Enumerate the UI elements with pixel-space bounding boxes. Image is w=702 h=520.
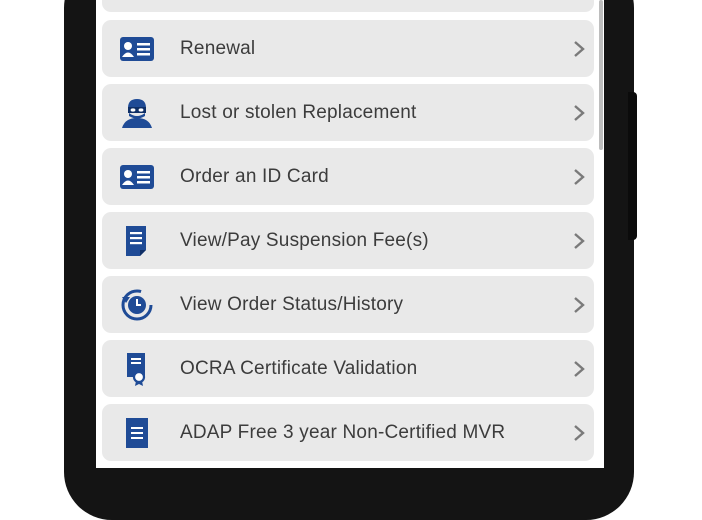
menu-item-adap-mvr[interactable]: ADAP Free 3 year Non-Certified MVR <box>102 404 594 461</box>
menu-item-label: OCRA Certificate Validation <box>180 357 418 379</box>
document-lines-icon <box>110 410 164 456</box>
menu-item-label: Renewal <box>180 37 256 59</box>
menu-item-renewal[interactable]: Renewal <box>102 20 594 77</box>
scrollbar[interactable] <box>599 0 603 150</box>
menu-item-label: Lost or stolen Replacement <box>180 101 417 123</box>
chevron-right-icon <box>574 168 585 185</box>
menu-item-order-id-card[interactable]: Order an ID Card <box>102 148 594 205</box>
id-card-icon <box>110 154 164 200</box>
id-card-icon <box>110 26 164 72</box>
clock-history-icon <box>110 282 164 328</box>
chevron-right-icon <box>574 232 585 249</box>
certificate-icon <box>110 346 164 392</box>
chevron-right-icon <box>574 424 585 441</box>
screen: Renewal Lost or stolen Replacement Order… <box>96 0 604 468</box>
chevron-right-icon <box>574 360 585 377</box>
menu-item-label: View/Pay Suspension Fee(s) <box>180 229 429 251</box>
chevron-right-icon <box>574 40 585 57</box>
list-item-partial[interactable] <box>102 0 594 12</box>
burglar-icon <box>110 90 164 136</box>
menu-item-suspension-fees[interactable]: View/Pay Suspension Fee(s) <box>102 212 594 269</box>
phone-side-button <box>628 92 637 240</box>
chevron-right-icon <box>574 296 585 313</box>
chevron-right-icon <box>574 104 585 121</box>
menu-item-lost-stolen[interactable]: Lost or stolen Replacement <box>102 84 594 141</box>
menu-item-label: Order an ID Card <box>180 165 329 187</box>
menu-item-order-status[interactable]: View Order Status/History <box>102 276 594 333</box>
menu-item-label: ADAP Free 3 year Non-Certified MVR <box>180 421 506 443</box>
menu-item-ocra-validation[interactable]: OCRA Certificate Validation <box>102 340 594 397</box>
menu-item-label: View Order Status/History <box>180 293 404 315</box>
document-icon <box>110 218 164 264</box>
